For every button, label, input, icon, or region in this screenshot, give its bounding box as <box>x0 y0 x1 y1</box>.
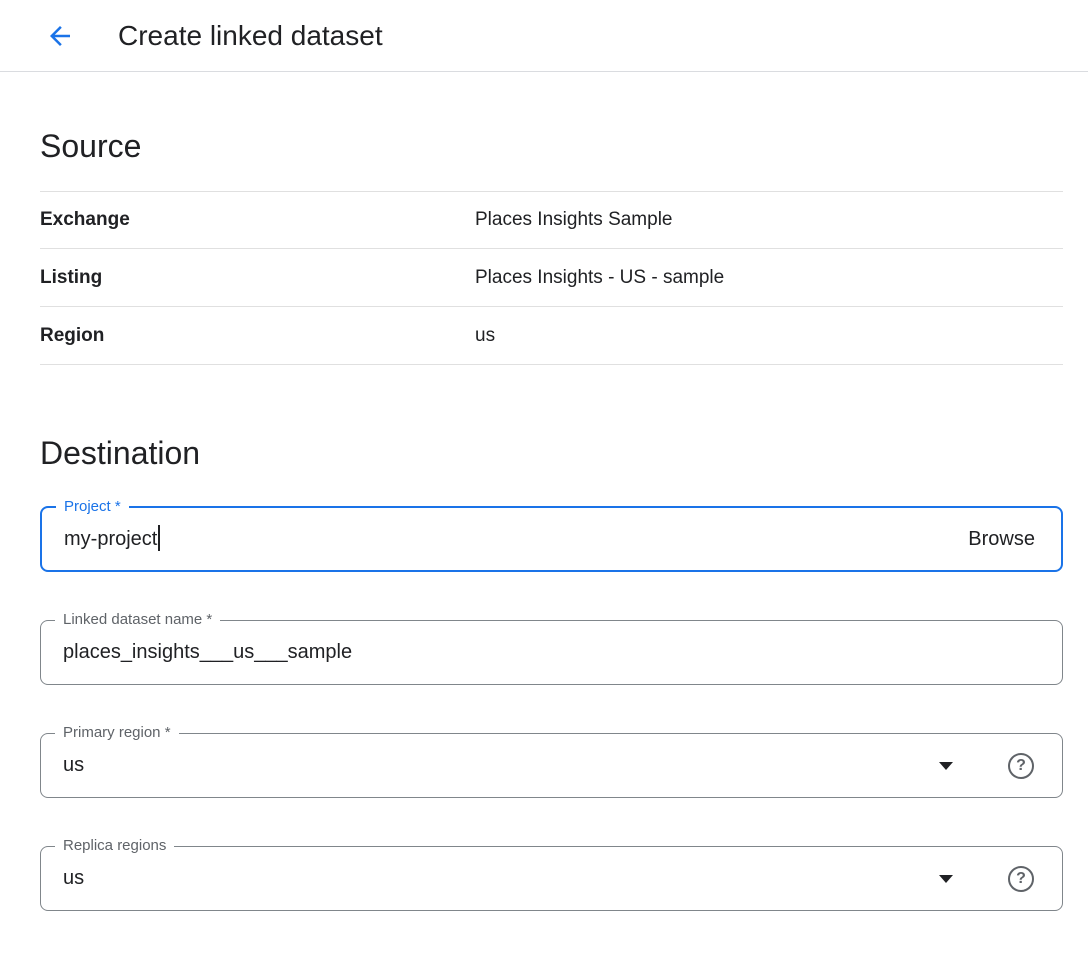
source-heading: Source <box>40 128 1063 165</box>
table-row-region: Region us <box>40 307 1063 365</box>
primary-region-select[interactable]: Primary region * us ? <box>40 733 1063 798</box>
text-cursor <box>158 525 160 551</box>
browse-button[interactable]: Browse <box>968 528 1035 551</box>
exchange-value: Places Insights Sample <box>475 209 673 231</box>
table-row-exchange: Exchange Places Insights Sample <box>40 191 1063 249</box>
region-label: Region <box>40 325 475 347</box>
replica-regions-select[interactable]: Replica regions us ? <box>40 846 1063 911</box>
primary-region-value: us <box>63 754 84 777</box>
table-row-listing: Listing Places Insights - US - sample <box>40 249 1063 307</box>
arrow-back-icon <box>45 21 75 51</box>
page-header: Create linked dataset <box>0 0 1088 72</box>
chevron-down-icon[interactable] <box>939 762 953 770</box>
help-icon[interactable]: ? <box>1008 753 1034 779</box>
main-content: Source Exchange Places Insights Sample L… <box>40 128 1063 911</box>
page-title: Create linked dataset <box>118 20 383 52</box>
listing-value: Places Insights - US - sample <box>475 267 724 289</box>
replica-regions-label: Replica regions <box>55 836 174 856</box>
primary-region-label: Primary region * <box>55 723 179 743</box>
linked-dataset-name-label: Linked dataset name * <box>55 610 220 630</box>
project-field-label: Project * <box>56 497 129 517</box>
region-value: us <box>475 325 495 347</box>
listing-label: Listing <box>40 267 475 289</box>
linked-dataset-name-field[interactable]: Linked dataset name * places_insights___… <box>40 620 1063 685</box>
exchange-label: Exchange <box>40 209 475 231</box>
source-table: Exchange Places Insights Sample Listing … <box>40 191 1063 365</box>
project-input[interactable]: my-project <box>64 528 157 551</box>
linked-dataset-name-input[interactable]: places_insights___us___sample <box>63 641 1062 664</box>
replica-regions-value: us <box>63 867 84 890</box>
destination-heading: Destination <box>40 435 1063 472</box>
chevron-down-icon[interactable] <box>939 875 953 883</box>
project-field[interactable]: Project * my-project Browse <box>40 506 1063 572</box>
source-section: Source Exchange Places Insights Sample L… <box>40 128 1063 365</box>
back-button[interactable] <box>36 12 84 60</box>
help-icon[interactable]: ? <box>1008 866 1034 892</box>
destination-section: Destination Project * my-project Browse … <box>40 435 1063 911</box>
